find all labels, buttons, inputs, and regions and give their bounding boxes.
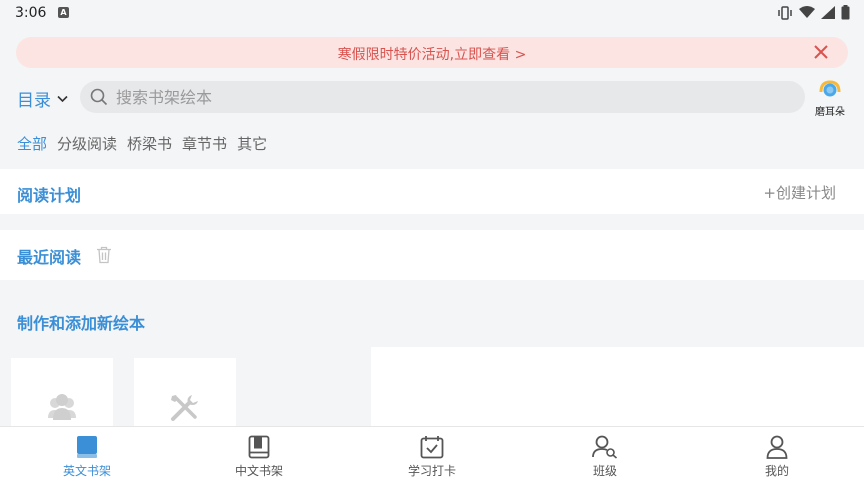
users-icon bbox=[48, 394, 76, 420]
catalog-dropdown[interactable]: 目录 bbox=[17, 86, 68, 111]
reading-plan-section: 阅读计划 +创建计划 bbox=[0, 169, 864, 214]
signal-icon bbox=[821, 6, 835, 19]
filter-bridge-books[interactable]: 桥梁书 bbox=[127, 133, 172, 154]
create-plan-button[interactable]: +创建计划 bbox=[763, 182, 836, 203]
close-icon[interactable] bbox=[812, 43, 830, 61]
tab-study-checkin-label: 学习打卡 bbox=[407, 464, 456, 478]
recent-reading-title: 最近阅读 bbox=[17, 248, 82, 267]
book-outline-icon bbox=[248, 435, 270, 459]
tab-english-shelf-label: 英文书架 bbox=[62, 464, 111, 478]
tab-mine-label: 我的 bbox=[764, 464, 789, 478]
catalog-label: 目录 bbox=[17, 91, 51, 111]
tab-chinese-shelf[interactable]: 中文书架 bbox=[199, 427, 319, 486]
search-bar[interactable] bbox=[80, 81, 805, 113]
vibrate-icon bbox=[778, 5, 792, 20]
tab-chinese-shelf-label: 中文书架 bbox=[234, 464, 283, 478]
search-input[interactable] bbox=[116, 81, 796, 113]
ear-training-label: 磨耳朵 bbox=[815, 107, 845, 118]
filter-graded-reading[interactable]: 分级阅读 bbox=[57, 133, 117, 154]
tab-class-label: 班级 bbox=[592, 464, 617, 478]
status-time: 3:06 bbox=[15, 5, 47, 21]
status-bar: 3:06 A bbox=[0, 0, 864, 28]
filter-chapter-books[interactable]: 章节书 bbox=[182, 133, 227, 154]
chevron-down-icon bbox=[57, 95, 68, 102]
content-panel bbox=[371, 347, 864, 437]
tab-english-shelf[interactable]: 英文书架 bbox=[27, 427, 147, 486]
profile-icon bbox=[766, 435, 788, 459]
promo-text[interactable]: 寒假限时特价活动,立即查看 > bbox=[16, 44, 848, 64]
book-filled-icon bbox=[77, 436, 97, 458]
trash-icon[interactable] bbox=[96, 246, 112, 264]
filter-all[interactable]: 全部 bbox=[17, 133, 47, 154]
recent-reading-section: 最近阅读 bbox=[0, 230, 864, 280]
reading-plan-title: 阅读计划 bbox=[17, 186, 82, 205]
bottom-tab-bar: 英文书架 中文书架 学习打卡 班级 我的 bbox=[0, 426, 864, 486]
category-filters: 全部 分级阅读 桥梁书 章节书 其它 bbox=[17, 133, 267, 154]
ear-training-button[interactable]: 磨耳朵 bbox=[811, 80, 849, 118]
status-icons bbox=[777, 5, 850, 20]
notification-icon: A bbox=[58, 7, 69, 18]
battery-icon bbox=[841, 5, 850, 20]
filter-other[interactable]: 其它 bbox=[237, 133, 267, 154]
tab-study-checkin[interactable]: 学习打卡 bbox=[372, 427, 492, 486]
make-new-title: 制作和添加新绘本 bbox=[17, 314, 146, 333]
ear-icon bbox=[819, 80, 841, 97]
calendar-check-icon bbox=[420, 436, 444, 459]
search-icon bbox=[90, 88, 108, 106]
promo-banner[interactable]: 寒假限时特价活动,立即查看 > bbox=[16, 37, 848, 68]
tools-icon bbox=[171, 395, 198, 421]
user-search-icon bbox=[592, 435, 618, 459]
tab-mine[interactable]: 我的 bbox=[717, 427, 837, 486]
wifi-icon bbox=[799, 6, 815, 18]
tab-class[interactable]: 班级 bbox=[545, 427, 665, 486]
